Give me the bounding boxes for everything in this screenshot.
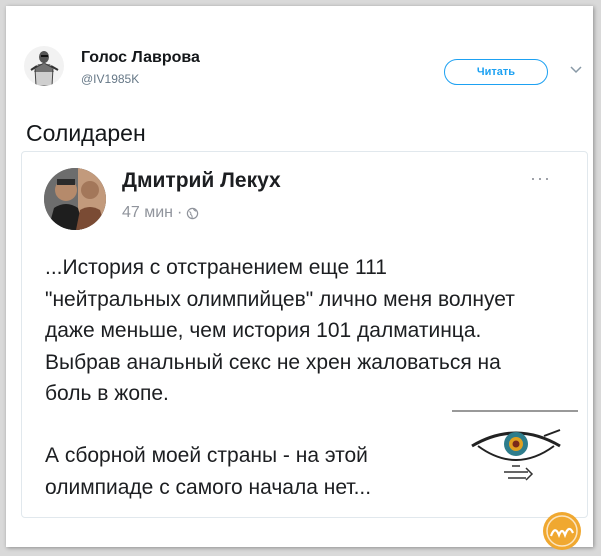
globe-icon <box>187 207 199 219</box>
watermark-logo <box>542 511 582 551</box>
quoted-post-meta: 47 мин · <box>122 204 199 222</box>
timestamp[interactable]: 47 мин <box>122 204 173 222</box>
quoted-post-paragraph-1: ...История с отстранением еще 111 "нейтр… <box>45 256 515 405</box>
author-handle[interactable]: @IV1985K <box>81 72 139 86</box>
more-options-button[interactable]: ··· <box>530 168 551 189</box>
eye-logo <box>468 424 564 486</box>
chevron-down-icon[interactable] <box>569 62 583 76</box>
quoted-post-card[interactable]: Дмитрий Лекух 47 мин · ··· ...История с … <box>21 151 588 518</box>
avatar-photo-icon <box>44 168 106 230</box>
divider <box>452 410 578 412</box>
quoted-author-avatar[interactable] <box>44 168 106 230</box>
author-name[interactable]: Голос Лаврова <box>81 49 200 67</box>
quoted-author-name[interactable]: Дмитрий Лекух <box>122 169 281 193</box>
tweet-text: Солидарен <box>26 120 146 146</box>
quoted-post-paragraph-2: А сборной моей страны - на этой олимпиад… <box>45 444 372 499</box>
follow-button[interactable]: Читать <box>444 59 548 85</box>
tweet-frame: Голос Лаврова @IV1985K Читать Солидарен … <box>6 6 593 550</box>
author-avatar[interactable] <box>24 46 64 86</box>
meta-separator: · <box>177 204 183 221</box>
avatar-photo-icon <box>24 46 64 86</box>
